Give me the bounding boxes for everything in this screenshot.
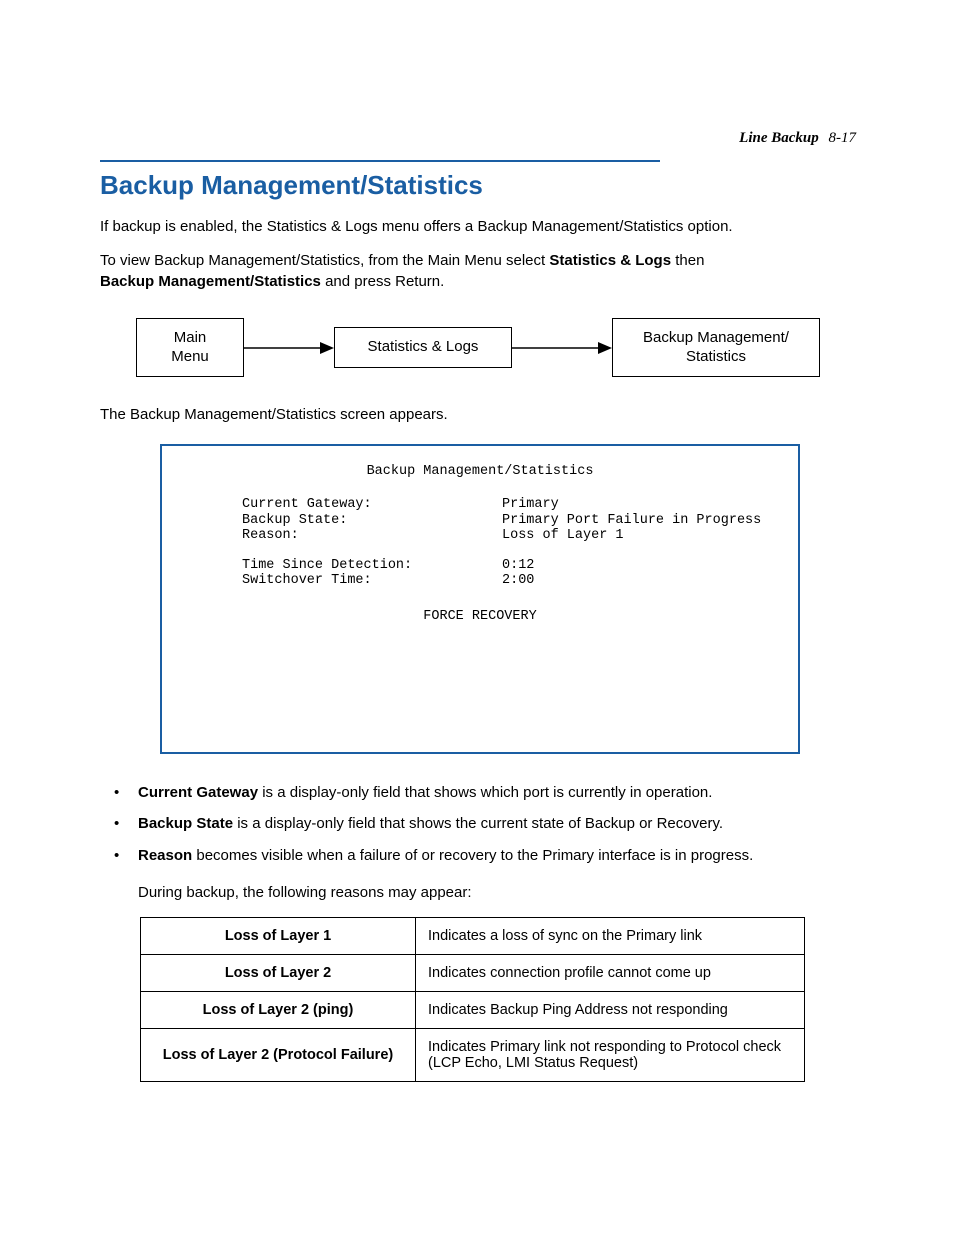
screen-appears-text: The Backup Management/Statistics screen …: [100, 405, 856, 425]
reasons-intro: During backup, the following reasons may…: [138, 882, 856, 903]
reason-name: Loss of Layer 2: [141, 954, 416, 991]
text: Statistics: [686, 348, 746, 365]
field-label: Time Since Detection:: [242, 558, 502, 574]
flow-box-main-menu: Main Menu: [136, 318, 244, 378]
field-label: Switchover Time:: [242, 573, 502, 589]
intro-paragraph-2: To view Backup Management/Statistics, fr…: [100, 251, 856, 292]
field-value: Primary: [502, 497, 559, 513]
flow-box-stats-logs: Statistics & Logs: [334, 327, 512, 368]
field-label: Current Gateway:: [242, 497, 502, 513]
text: is a display-only field that shows which…: [258, 784, 712, 801]
text: Main: [174, 329, 207, 346]
reasons-table: Loss of Layer 1 Indicates a loss of sync…: [140, 917, 805, 1082]
section-name: Line Backup: [739, 130, 819, 146]
table-row: Loss of Layer 1 Indicates a loss of sync…: [141, 917, 805, 954]
terminal-screen: Backup Management/Statistics Current Gat…: [160, 444, 800, 754]
text: and press Return.: [321, 273, 444, 290]
reason-desc: Indicates a loss of sync on the Primary …: [416, 917, 805, 954]
terminal-row: Backup State: Primary Port Failure in Pr…: [242, 513, 778, 529]
list-item: Reason becomes visible when a failure of…: [100, 845, 856, 867]
list-item: Backup State is a display-only field tha…: [100, 813, 856, 835]
text: Menu: [171, 348, 209, 365]
page-title: Backup Management/Statistics: [100, 170, 856, 201]
terminal-title: Backup Management/Statistics: [182, 464, 778, 480]
arrow-icon: [244, 338, 334, 358]
terminal-row: Current Gateway: Primary: [242, 497, 778, 513]
terminal-action: FORCE RECOVERY: [182, 609, 778, 625]
term: Backup State: [138, 815, 233, 832]
text: becomes visible when a failure of or rec…: [192, 847, 753, 864]
text: Backup Management/: [643, 329, 789, 346]
terminal-row: Time Since Detection: 0:12: [242, 558, 778, 574]
text: To view Backup Management/Statistics, fr…: [100, 252, 549, 269]
text: is a display-only field that shows the c…: [233, 815, 723, 832]
terminal-row: Reason: Loss of Layer 1: [242, 528, 778, 544]
text: Statistics & Logs: [368, 338, 479, 355]
list-item: Current Gateway is a display-only field …: [100, 782, 856, 804]
flow-box-backup-mgmt: Backup Management/ Statistics: [612, 318, 820, 378]
bullet-list: Current Gateway is a display-only field …: [100, 782, 856, 867]
term: Current Gateway: [138, 784, 258, 801]
reason-name: Loss of Layer 2 (Protocol Failure): [141, 1028, 416, 1081]
terminal-row: Switchover Time: 2:00: [242, 573, 778, 589]
table-row: Loss of Layer 2 (ping) Indicates Backup …: [141, 991, 805, 1028]
title-rule: [100, 160, 660, 162]
table-row: Loss of Layer 2 (Protocol Failure) Indic…: [141, 1028, 805, 1081]
field-value: Primary Port Failure in Progress: [502, 513, 761, 529]
page: Line Backup 8-17 Backup Management/Stati…: [0, 0, 954, 1235]
field-label: Backup State:: [242, 513, 502, 529]
intro-paragraph-1: If backup is enabled, the Statistics & L…: [100, 217, 856, 237]
running-header: Line Backup 8-17: [739, 130, 856, 147]
arrow-icon: [512, 338, 612, 358]
page-number: 8-17: [829, 130, 857, 146]
field-value: Loss of Layer 1: [502, 528, 624, 544]
field-value: 2:00: [502, 573, 534, 589]
reason-desc: Indicates Primary link not responding to…: [416, 1028, 805, 1081]
reason-name: Loss of Layer 2 (ping): [141, 991, 416, 1028]
menu-path-1: Statistics & Logs: [549, 252, 671, 269]
text: then: [671, 252, 704, 269]
field-label: Reason:: [242, 528, 502, 544]
navigation-flow-diagram: Main Menu Statistics & Logs Backup Manag…: [100, 318, 856, 378]
reason-desc: Indicates connection profile cannot come…: [416, 954, 805, 991]
reason-desc: Indicates Backup Ping Address not respon…: [416, 991, 805, 1028]
reason-name: Loss of Layer 1: [141, 917, 416, 954]
menu-path-2: Backup Management/Statistics: [100, 273, 321, 290]
table-row: Loss of Layer 2 Indicates connection pro…: [141, 954, 805, 991]
term: Reason: [138, 847, 192, 864]
field-value: 0:12: [502, 558, 534, 574]
